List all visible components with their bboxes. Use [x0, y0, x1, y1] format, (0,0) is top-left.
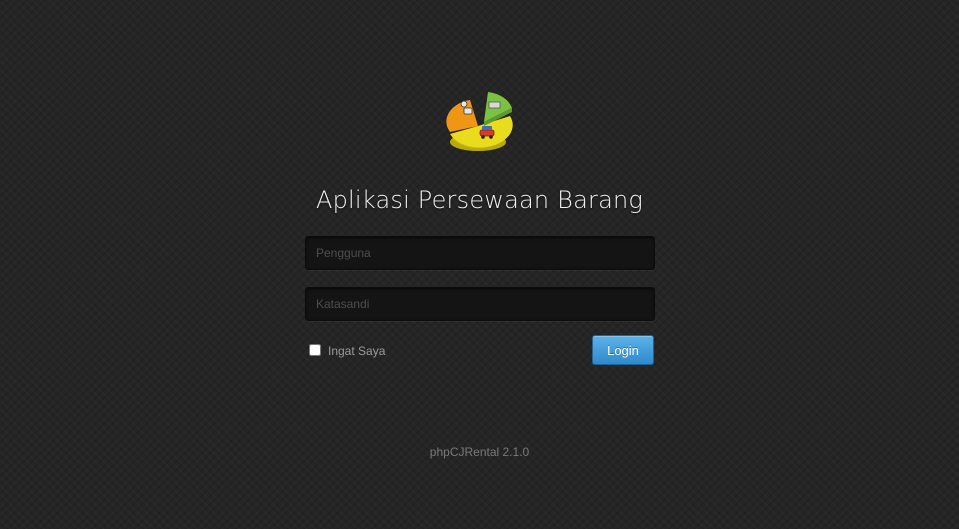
- username-input[interactable]: [305, 236, 655, 270]
- app-logo-icon: [446, 92, 513, 151]
- remember-me[interactable]: Ingat Saya: [309, 341, 385, 358]
- login-button[interactable]: Login: [592, 335, 654, 365]
- remember-me-label: Ingat Saya: [328, 344, 386, 358]
- remember-me-checkbox[interactable]: [309, 343, 321, 356]
- app-title: Aplikasi Persewaan Barang: [316, 186, 643, 214]
- version-footer: phpCJRental 2.1.0: [429, 445, 530, 459]
- password-input[interactable]: [305, 287, 655, 321]
